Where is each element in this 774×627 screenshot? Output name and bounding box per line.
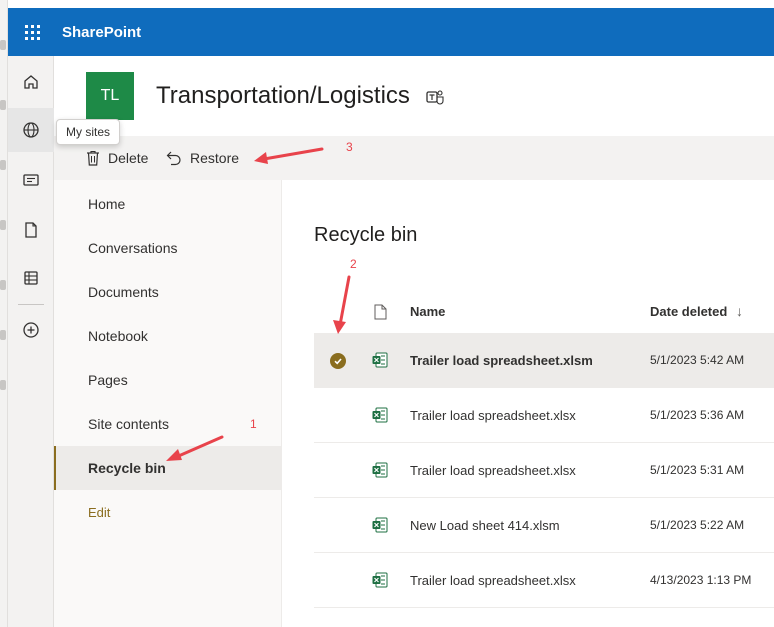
sharepoint-page: SharePoint My sites TL Transportation/Lo… [0,0,774,627]
excel-file-icon [372,407,388,423]
date-deleted: 5/1/2023 5:22 AM [650,518,745,532]
date-deleted: 4/13/2023 1:13 PM [650,573,752,587]
appbar-lists-button[interactable] [8,256,54,300]
nav-item-notebook[interactable]: Notebook [54,314,282,358]
checkmark-icon[interactable] [330,353,346,369]
nav-item-documents[interactable]: Documents [54,270,282,314]
news-icon [23,174,39,186]
file-name[interactable]: Trailer load spreadsheet.xlsx [410,573,576,588]
waffle-icon [24,24,40,40]
list-row[interactable]: Trailer load spreadsheet.xlsx 4/13/2023 … [314,553,774,608]
nav-item-pages[interactable]: Pages [54,358,282,402]
appbar-home-button[interactable] [8,60,54,104]
file-icon [25,222,37,238]
trash-icon [87,150,99,166]
restore-label: Restore [190,150,240,166]
globe-icon [23,122,39,138]
site-logo[interactable]: TL [86,72,134,120]
app-bar [8,56,54,627]
home-icon [24,75,38,89]
file-name[interactable]: Trailer load spreadsheet.xlsm [410,353,593,368]
file-name[interactable]: Trailer load spreadsheet.xlsx [410,463,576,478]
date-deleted: 5/1/2023 5:42 AM [650,353,745,367]
name-column-header[interactable]: Name [410,304,445,319]
appbar-files-button[interactable] [8,208,54,252]
list-row[interactable]: Trailer load spreadsheet.xlsm 5/1/2023 5… [314,333,774,388]
excel-file-icon [372,517,388,533]
date-deleted-column-header[interactable]: Date deleted [650,304,727,319]
teams-icon[interactable] [426,89,444,105]
annotation-number-1: 1 [250,417,257,431]
appbar-divider [18,304,44,305]
edit-navigation-link[interactable]: Edit [54,490,282,534]
nav-item-recycle-bin[interactable]: Recycle bin [54,446,282,490]
sort-descending-icon[interactable]: ↓ [736,303,743,319]
list-header: Name Date deleted ↓ [314,296,774,328]
appbar-news-button[interactable] [8,158,54,202]
suite-bar: SharePoint [8,8,774,56]
my-sites-tooltip: My sites [56,119,120,145]
app-launcher-button[interactable] [8,8,56,56]
page-title: Recycle bin [314,224,418,246]
delete-label: Delete [108,150,149,166]
date-deleted: 5/1/2023 5:31 AM [650,463,745,477]
appbar-my-sites-button[interactable] [8,108,54,152]
appbar-create-button[interactable] [8,308,54,352]
add-icon [23,322,39,338]
list-row[interactable]: New Load sheet 414.xlsm 5/1/2023 5:22 AM [314,498,774,553]
list-icon [24,271,38,285]
excel-file-icon [372,462,388,478]
list-row[interactable]: Trailer load spreadsheet.xlsx 5/1/2023 5… [314,443,774,498]
date-deleted: 5/1/2023 5:36 AM [650,408,745,422]
site-title[interactable]: Transportation/Logistics [156,82,410,110]
restore-button[interactable]: Restore [166,136,239,180]
file-name[interactable]: New Load sheet 414.xlsm [410,518,560,533]
command-bar: Delete Restore [54,136,774,180]
file-name[interactable]: Trailer load spreadsheet.xlsx [410,408,576,423]
app-name[interactable]: SharePoint [62,24,141,41]
list-row[interactable]: Trailer load spreadsheet.xlsx 5/1/2023 5… [314,388,774,443]
annotation-number-2: 2 [350,257,357,271]
nav-item-conversations[interactable]: Conversations [54,226,282,270]
excel-file-icon [372,352,388,368]
undo-icon [166,151,181,166]
file-type-header-icon[interactable] [374,304,387,320]
clipped-left-strip [0,0,8,627]
annotation-number-3: 3 [346,140,353,154]
excel-file-icon [372,572,388,588]
nav-item-site-contents[interactable]: Site contents [54,402,282,446]
nav-item-home[interactable]: Home [54,182,282,226]
site-navigation: Home Conversations Documents Notebook Pa… [54,180,282,627]
